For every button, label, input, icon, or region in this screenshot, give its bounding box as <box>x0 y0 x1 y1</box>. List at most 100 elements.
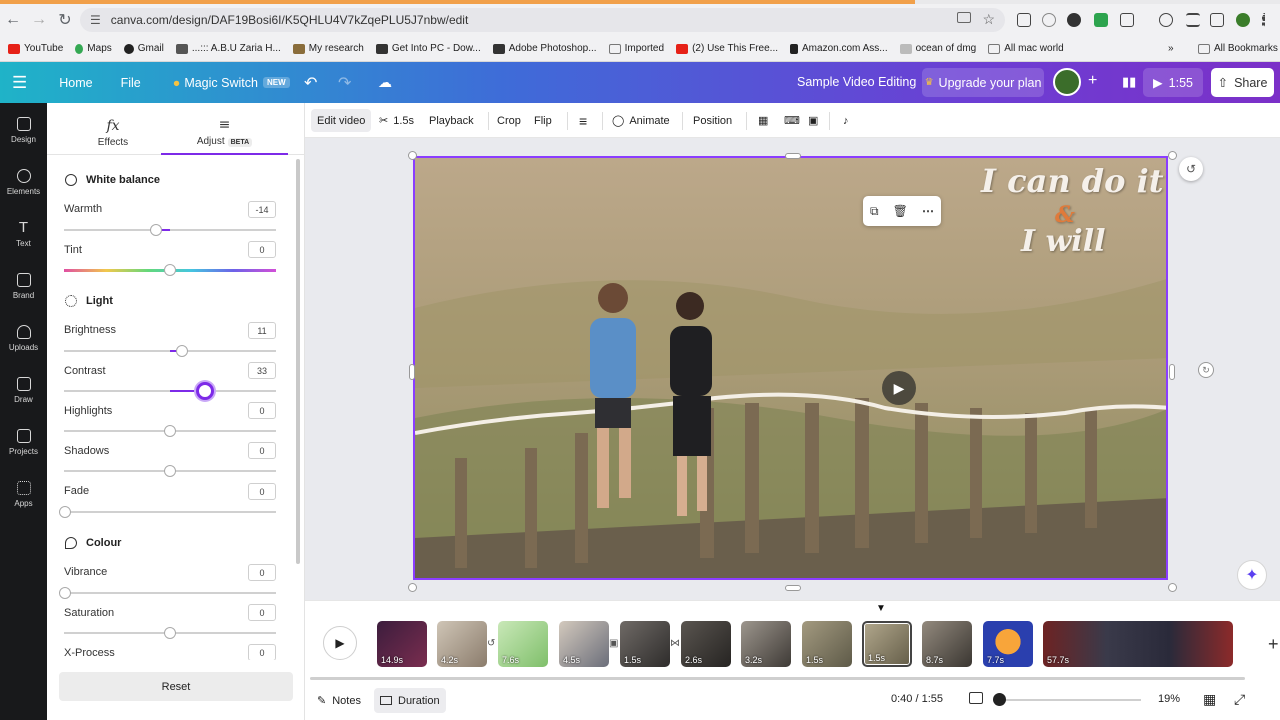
timeline-clip[interactable]: 2.6s <box>681 621 731 667</box>
zoom-level[interactable]: 19% <box>1158 693 1180 705</box>
contrast-slider[interactable] <box>64 382 276 400</box>
highlights-slider[interactable] <box>64 425 276 437</box>
reset-button[interactable]: Reset <box>59 672 293 701</box>
present-button[interactable]: ▶ 1:55 <box>1143 68 1203 97</box>
transition-icon[interactable]: ↺ <box>487 638 495 649</box>
bookmark[interactable]: Get Into PC - Dow... <box>375 43 481 54</box>
timeline-clip[interactable]: 3.2s <box>741 621 791 667</box>
shadows-thumb[interactable] <box>164 465 176 477</box>
profile-icon[interactable] <box>1236 13 1250 27</box>
timeline-clip[interactable]: 7.6s <box>498 621 548 667</box>
transparency-icon[interactable]: ▦ <box>752 109 774 132</box>
border-style-icon[interactable]: ≡ <box>573 109 593 132</box>
duration-button[interactable]: Duration <box>374 688 446 713</box>
rail-item-brand[interactable]: Brand <box>0 261 47 311</box>
warmth-thumb[interactable] <box>150 224 162 236</box>
lock-icon[interactable]: ▣ <box>802 109 824 132</box>
vibrance-value[interactable]: 0 <box>248 564 276 581</box>
all-bookmarks[interactable]: All Bookmarks <box>1198 43 1278 54</box>
bookmark[interactable]: My research <box>292 43 364 54</box>
vibrance-thumb[interactable] <box>59 587 71 599</box>
highlights-value[interactable]: 0 <box>248 402 276 419</box>
resize-handle[interactable] <box>1168 151 1177 160</box>
tint-value[interactable]: 0 <box>248 241 276 258</box>
timeline-clip[interactable]: 14.9s <box>377 621 427 667</box>
highlights-thumb[interactable] <box>164 425 176 437</box>
address-bar[interactable]: ☰ canva.com/design/DAF19Bosi6I/K5QHLU4V7… <box>80 8 1005 32</box>
brightness-thumb[interactable] <box>176 345 188 357</box>
extension-icon[interactable] <box>1067 13 1081 27</box>
playhead-marker[interactable]: ▼ <box>876 603 886 614</box>
fade-thumb[interactable] <box>59 506 71 518</box>
cast-icon[interactable] <box>957 12 971 23</box>
animate-button[interactable]: ◯ Animate <box>606 109 676 132</box>
media-icon[interactable] <box>1186 13 1200 27</box>
upgrade-button[interactable]: ♛ Upgrade your plan <box>922 68 1044 97</box>
fade-slider[interactable] <box>59 506 276 518</box>
extension-icon[interactable] <box>1159 13 1173 27</box>
rail-item-draw[interactable]: Draw <box>0 365 47 415</box>
extension-icon[interactable] <box>1042 13 1056 27</box>
back-icon[interactable]: ← <box>0 7 26 33</box>
fade-value[interactable]: 0 <box>248 483 276 500</box>
tint-thumb[interactable] <box>164 264 176 276</box>
warmth-slider[interactable] <box>64 224 276 236</box>
more-vert-icon[interactable] <box>1262 13 1266 27</box>
resize-handle[interactable] <box>408 583 417 592</box>
zoom-slider[interactable] <box>1001 699 1141 701</box>
crop-button[interactable]: Crop <box>491 109 527 132</box>
add-collaborator-icon[interactable]: + <box>1078 72 1107 90</box>
puzzle-icon[interactable] <box>1120 13 1134 27</box>
tint-slider[interactable] <box>64 264 276 276</box>
resize-handle[interactable] <box>785 153 801 159</box>
position-button[interactable]: Position <box>687 109 738 132</box>
transition-icon[interactable]: ⋈ <box>670 638 680 649</box>
resize-handle[interactable] <box>1168 583 1177 592</box>
timeline-clip-selected[interactable]: 1.5s <box>862 621 912 667</box>
rail-item-uploads[interactable]: Uploads <box>0 313 47 363</box>
video-element[interactable]: ⧉ 🗑 ⋯ ▶ I can do it & I will <box>413 156 1168 580</box>
duplicate-icon[interactable]: ⧉ <box>870 204 879 219</box>
warmth-value[interactable]: -14 <box>248 201 276 218</box>
share-button[interactable]: ⇧ Share <box>1211 68 1274 97</box>
bookmark[interactable]: Gmail <box>123 43 164 54</box>
extension-icon[interactable] <box>1017 13 1031 27</box>
sync-icon[interactable]: ↻ <box>1198 362 1214 378</box>
shadows-value[interactable]: 0 <box>248 442 276 459</box>
xprocess-value[interactable]: 0 <box>248 644 276 661</box>
sidepanel-icon[interactable] <box>1210 13 1224 27</box>
forward-icon[interactable]: → <box>26 7 52 33</box>
file-button[interactable]: File <box>111 76 151 90</box>
saturation-slider[interactable] <box>64 627 276 639</box>
trash-icon[interactable]: 🗑 <box>893 204 908 218</box>
overlay-text-line2[interactable]: I will <box>1021 224 1106 259</box>
timeline-clip[interactable]: 1.5s <box>620 621 670 667</box>
contrast-thumb[interactable] <box>196 382 214 400</box>
page-view-icon[interactable] <box>969 692 983 704</box>
design-title[interactable]: Sample Video Editing <box>797 75 916 89</box>
brightness-slider[interactable] <box>64 345 276 357</box>
analytics-icon[interactable]: ▮▮ <box>1112 74 1146 90</box>
rail-item-apps[interactable]: Apps <box>0 469 47 519</box>
home-button[interactable]: Home <box>49 76 102 90</box>
reload-icon[interactable]: ↻ <box>52 7 78 33</box>
rail-item-elements[interactable]: Elements <box>0 157 47 207</box>
overlay-text-line1[interactable]: I can do it <box>981 162 1164 200</box>
grid-view-icon[interactable]: ▦ <box>1203 691 1216 708</box>
contrast-value[interactable]: 33 <box>248 362 276 379</box>
site-info-icon[interactable]: ☰ <box>90 13 101 27</box>
bookmark-folder[interactable]: All mac world <box>988 43 1064 54</box>
shadows-slider[interactable] <box>64 465 276 477</box>
trim-button[interactable]: ✂ 1.5s <box>373 109 420 132</box>
rail-item-design[interactable]: Design <box>0 105 47 155</box>
saturation-thumb[interactable] <box>164 627 176 639</box>
timeline-clip[interactable]: 4.2s <box>437 621 487 667</box>
bookmark[interactable]: (2) Use This Free... <box>676 43 778 54</box>
magic-switch-button[interactable]: ● Magic Switch NEW <box>163 76 300 90</box>
bookmark[interactable]: ...::: A.B.U Zaria H... <box>175 43 281 54</box>
flip-button[interactable]: Flip <box>528 109 558 132</box>
timeline-clip[interactable]: 7.7s <box>983 621 1033 667</box>
bookmark[interactable]: YouTube <box>8 43 63 54</box>
volume-icon[interactable]: ♪ <box>837 109 855 132</box>
extension-icon[interactable] <box>1094 13 1108 27</box>
